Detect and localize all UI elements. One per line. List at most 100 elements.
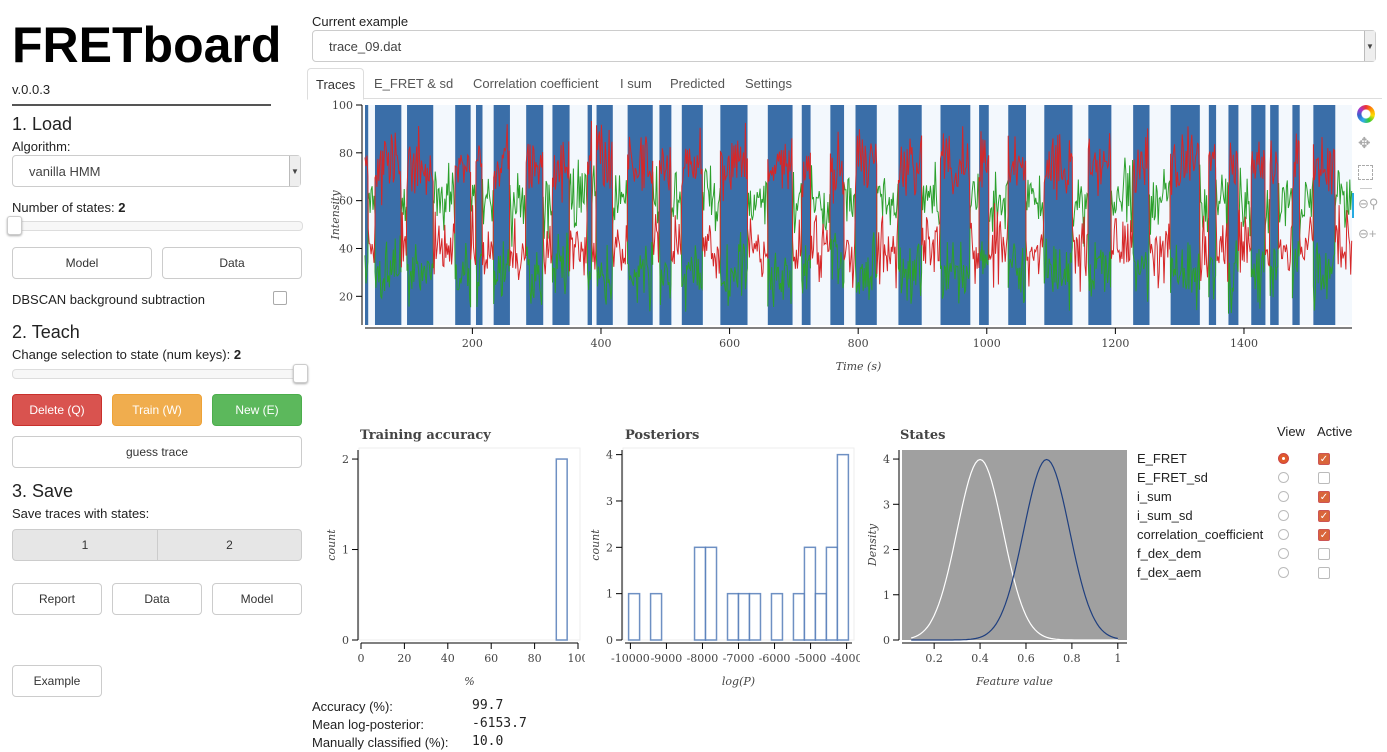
tab-correlation-coefficient[interactable]: Correlation coefficient bbox=[465, 68, 607, 98]
slider-handle[interactable] bbox=[7, 216, 22, 235]
x-tick-label: 0.2 bbox=[925, 652, 943, 665]
histogram-bar bbox=[627, 592, 641, 641]
report-button[interactable]: Report bbox=[12, 583, 102, 615]
delete-button[interactable]: Delete (Q) bbox=[12, 394, 102, 426]
x-tick-label: -6000 bbox=[759, 652, 791, 665]
x-tick-label: -8000 bbox=[687, 652, 719, 665]
reset-zoom-icon[interactable]: ⊖+ bbox=[1358, 226, 1376, 242]
feature-label: i_sum_sd bbox=[1137, 508, 1193, 523]
training-accuracy-title: Training accuracy bbox=[360, 428, 491, 443]
x-axis-label: Time (s) bbox=[836, 360, 882, 373]
accuracy-label: Accuracy (%): bbox=[312, 699, 393, 714]
feature-view-radio[interactable] bbox=[1278, 529, 1289, 540]
y-tick-label: 4 bbox=[606, 449, 613, 462]
histogram-bar bbox=[704, 546, 718, 641]
accuracy-value: 99.7 bbox=[472, 698, 504, 713]
feature-view-radio[interactable] bbox=[1278, 567, 1289, 578]
traces-plot[interactable]: 200 400 600 800 1000 1200 140020406080100Time … bbox=[310, 98, 1355, 373]
save-model-button[interactable]: Model bbox=[212, 583, 302, 615]
feature-view-radio[interactable] bbox=[1278, 548, 1289, 559]
feature-active-checkbox[interactable] bbox=[1318, 548, 1330, 560]
save-data-button[interactable]: Data bbox=[112, 583, 202, 615]
plot-frame bbox=[358, 447, 581, 641]
x-tick-label: 60 bbox=[484, 652, 498, 665]
feature-view-radio[interactable] bbox=[1278, 472, 1289, 483]
tab-traces[interactable]: Traces bbox=[307, 68, 365, 100]
save-state-2-button[interactable]: 2 bbox=[157, 529, 302, 561]
state-region bbox=[1170, 105, 1200, 325]
states-plot[interactable]: 0.2 0.4 0.6 0.8 1 0 1 2 3 4 Feature value Density bbox=[860, 445, 1135, 690]
histogram-bar bbox=[748, 592, 762, 641]
state-region bbox=[407, 105, 434, 325]
feature-label: E_FRET bbox=[1137, 451, 1187, 466]
algorithm-label: Algorithm: bbox=[12, 139, 71, 154]
x-axis-label: log(P) bbox=[722, 675, 755, 688]
x-tick-label: 0 bbox=[358, 652, 365, 665]
feature-view-radio[interactable] bbox=[1278, 453, 1289, 464]
x-tick-label: 800 bbox=[848, 337, 869, 350]
state-region bbox=[455, 105, 471, 325]
save-state-1-button[interactable]: 1 bbox=[12, 529, 158, 561]
x-axis-label: Feature value bbox=[975, 675, 1053, 688]
active-header: Active bbox=[1317, 424, 1353, 439]
example-button[interactable]: Example bbox=[12, 665, 102, 697]
load-data-button[interactable]: Data bbox=[162, 247, 302, 279]
dbscan-checkbox[interactable] bbox=[273, 291, 287, 305]
app-title: FRETboard bbox=[12, 17, 282, 73]
training-accuracy-plot[interactable]: 0 20 40 60 80 100 0 1 2% count bbox=[310, 445, 585, 690]
wheel-zoom-icon[interactable]: ⊖⚲ bbox=[1358, 196, 1378, 212]
posteriors-plot[interactable]: -10000 -9000 -8000 -7000 -6000 -5000 -4000 0 1 2 3… bbox=[585, 445, 860, 690]
histogram-bar bbox=[737, 592, 751, 641]
selection-slider[interactable] bbox=[12, 364, 308, 383]
algorithm-value: vanilla HMM bbox=[29, 163, 101, 179]
manual-label: Manually classified (%): bbox=[312, 735, 449, 750]
states-title: States bbox=[900, 428, 946, 443]
selection-label: Change selection to state (num keys): 2 bbox=[12, 347, 241, 362]
feature-active-checkbox[interactable]: ✓ bbox=[1318, 453, 1330, 465]
y-tick-label: 1 bbox=[606, 588, 613, 601]
y-tick-label: 0 bbox=[606, 634, 613, 647]
state-region bbox=[374, 105, 402, 325]
histogram-bar bbox=[693, 546, 707, 641]
num-states-text: Number of states: bbox=[12, 200, 115, 215]
tab-settings[interactable]: Settings bbox=[737, 68, 800, 98]
load-model-button[interactable]: Model bbox=[12, 247, 152, 279]
x-tick-label: 1 bbox=[1114, 652, 1121, 665]
y-tick-label: 0 bbox=[342, 634, 349, 647]
y-tick-label: 1 bbox=[342, 544, 349, 557]
feature-active-checkbox[interactable]: ✓ bbox=[1318, 529, 1330, 541]
guess-trace-button[interactable]: guess trace bbox=[12, 436, 302, 468]
tab-e-fret-sd[interactable]: E_FRET & sd bbox=[366, 68, 461, 98]
num-states-slider[interactable] bbox=[7, 216, 303, 235]
y-tick-label: 100 bbox=[332, 99, 353, 112]
feature-active-checkbox[interactable]: ✓ bbox=[1318, 510, 1330, 522]
histogram-bar bbox=[814, 592, 828, 641]
feature-active-checkbox[interactable]: ✓ bbox=[1318, 491, 1330, 503]
feature-active-checkbox[interactable] bbox=[1318, 472, 1330, 484]
train-button[interactable]: Train (W) bbox=[112, 394, 202, 426]
teach-heading: 2. Teach bbox=[12, 322, 80, 342]
current-example-select[interactable]: trace_09.dat ▼ bbox=[312, 30, 1376, 62]
bokeh-logo-icon[interactable] bbox=[1357, 105, 1375, 123]
box-select-icon[interactable] bbox=[1358, 165, 1373, 180]
state-region bbox=[1270, 105, 1279, 325]
tab-predicted[interactable]: Predicted bbox=[662, 68, 733, 98]
posteriors-title: Posteriors bbox=[625, 428, 700, 443]
feature-view-radio[interactable] bbox=[1278, 510, 1289, 521]
algorithm-select[interactable]: vanilla HMM ▼ bbox=[12, 155, 301, 187]
tab-i-sum[interactable]: I sum bbox=[612, 68, 660, 98]
x-tick-label: 1200 bbox=[1101, 337, 1129, 350]
posterior-label: Mean log-posterior: bbox=[312, 717, 424, 732]
pan-icon[interactable]: ✥ bbox=[1358, 134, 1371, 152]
slider-handle[interactable] bbox=[293, 364, 308, 383]
feature-view-radio[interactable] bbox=[1278, 491, 1289, 502]
selection-text: Change selection to state (num keys): bbox=[12, 347, 231, 362]
x-tick-label: 100 bbox=[568, 652, 586, 665]
manual-value: 10.0 bbox=[472, 734, 504, 749]
histogram-bar bbox=[836, 453, 850, 641]
x-tick-label: 0.8 bbox=[1063, 652, 1081, 665]
feature-active-checkbox[interactable] bbox=[1318, 567, 1330, 579]
state-region bbox=[830, 105, 845, 325]
new-button[interactable]: New (E) bbox=[212, 394, 302, 426]
posterior-value: -6153.7 bbox=[472, 716, 527, 731]
